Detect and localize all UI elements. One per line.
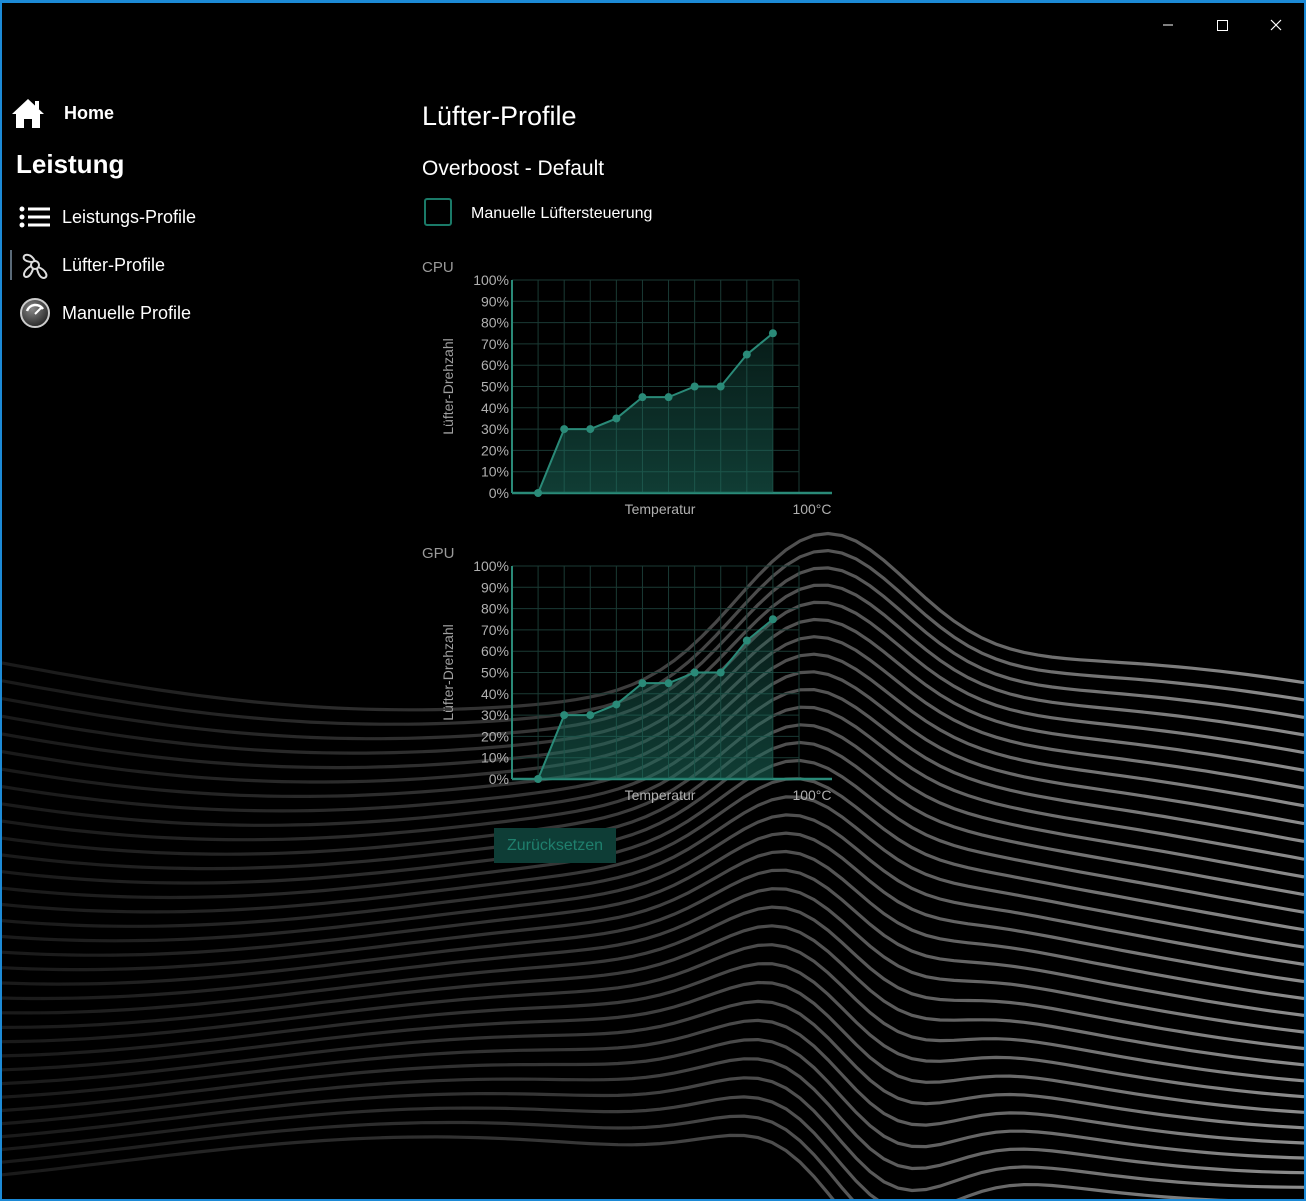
sidebar-item-manuelle-profile[interactable]: Manuelle Profile <box>10 296 260 330</box>
x-axis-label: Temperatur <box>625 787 696 803</box>
y-tick-label: 20% <box>481 442 509 458</box>
manual-fan-control-label: Manuelle Lüftersteuerung <box>471 205 653 222</box>
y-tick-label: 40% <box>481 400 509 416</box>
curve-point <box>664 679 673 688</box>
minimize-icon <box>1163 24 1173 26</box>
curve-point <box>664 393 673 402</box>
curve-point <box>534 775 543 783</box>
y-tick-label: 70% <box>481 336 509 352</box>
list-icon <box>18 202 52 232</box>
curve-point <box>742 636 751 645</box>
y-tick-label: 50% <box>481 379 509 395</box>
profile-name: Overboost - Default <box>422 157 605 180</box>
curve-point <box>716 668 725 677</box>
curve-area <box>538 333 773 493</box>
sidebar-item-luefter-profile[interactable]: Lüfter-Profile <box>10 248 260 282</box>
x-end-label: 100°C <box>792 787 831 803</box>
app-window: Home Leistung Leistungs-Profile Lüfter-P… <box>0 0 1306 1201</box>
curve-point <box>586 425 595 434</box>
close-button[interactable] <box>1258 11 1294 39</box>
y-tick-label: 40% <box>481 686 509 702</box>
y-tick-label: 100% <box>473 558 509 574</box>
y-tick-label: 100% <box>473 272 509 288</box>
reset-button[interactable]: Zurücksetzen <box>494 828 616 863</box>
home-link[interactable]: Home <box>10 97 114 129</box>
manual-fan-control-checkbox[interactable] <box>424 198 452 226</box>
curve-point <box>638 679 647 688</box>
home-icon <box>12 99 44 128</box>
sidebar-item-label: Leistungs-Profile <box>62 206 197 227</box>
curve-point <box>690 668 699 677</box>
home-label: Home <box>64 102 115 123</box>
curve-point <box>586 711 595 720</box>
y-tick-label: 0% <box>489 485 509 501</box>
minimize-button[interactable] <box>1150 11 1186 39</box>
sidebar-item-leistungs-profile[interactable]: Leistungs-Profile <box>10 200 260 234</box>
y-tick-label: 20% <box>481 728 509 744</box>
y-tick-label: 60% <box>481 643 509 659</box>
y-tick-label: 10% <box>481 464 509 480</box>
curve-point <box>560 711 569 720</box>
y-tick-label: 0% <box>489 771 509 787</box>
gpu-fan-curve[interactable]: 100% 90% 80% 70% 60% 50% 40% 30% 20% 10% 0% Lüfter-… <box>422 545 842 805</box>
curve-point <box>612 700 621 709</box>
curve-point <box>560 425 569 434</box>
curve-point <box>742 350 751 359</box>
y-tick-label: 50% <box>481 665 509 681</box>
close-icon <box>1270 19 1282 31</box>
x-end-label: 100°C <box>792 501 831 517</box>
section-title: Leistung <box>16 149 125 179</box>
y-tick-label: 80% <box>481 601 509 617</box>
curve-point <box>612 414 621 423</box>
curve-point <box>716 382 725 391</box>
y-tick-label: 10% <box>481 750 509 766</box>
x-axis-label: Temperatur <box>625 501 696 517</box>
fan-icon <box>18 250 52 280</box>
gpu-fan-chart: GPU 100% 90% 80% 70% 60% 50% 40% 30% 20% 10% 0% Lüf… <box>422 545 842 805</box>
sidebar-item-label: Manuelle Profile <box>62 302 192 323</box>
y-tick-label: 60% <box>481 357 509 373</box>
gauge-icon <box>18 298 52 328</box>
maximize-icon <box>1217 20 1228 31</box>
curve-point <box>768 329 777 338</box>
y-tick-label: 90% <box>481 293 509 309</box>
y-tick-label: 30% <box>481 707 509 723</box>
page-title: Lüfter-Profile <box>422 101 577 131</box>
cpu-fan-chart: CPU 100% 90% 80% 70% 60% 50% 40% 30% 20% 10% 0% Lüf… <box>422 259 842 519</box>
curve-point <box>534 489 543 497</box>
cpu-fan-curve[interactable]: 100% 90% 80% 70% 60% 50% 40% 30% 20% 10% 0% Lüfter-… <box>422 259 842 519</box>
y-axis-label: Lüfter-Drehzahl <box>440 338 456 435</box>
curve-point <box>638 393 647 402</box>
sidebar-item-label: Lüfter-Profile <box>62 254 166 275</box>
maximize-button[interactable] <box>1204 11 1240 39</box>
curve-point <box>690 382 699 391</box>
y-axis-label: Lüfter-Drehzahl <box>440 624 456 721</box>
y-tick-label: 80% <box>481 315 509 331</box>
y-tick-label: 90% <box>481 579 509 595</box>
curve-area <box>538 619 773 779</box>
curve-point <box>768 615 777 624</box>
y-tick-label: 70% <box>481 622 509 638</box>
y-tick-label: 30% <box>481 421 509 437</box>
